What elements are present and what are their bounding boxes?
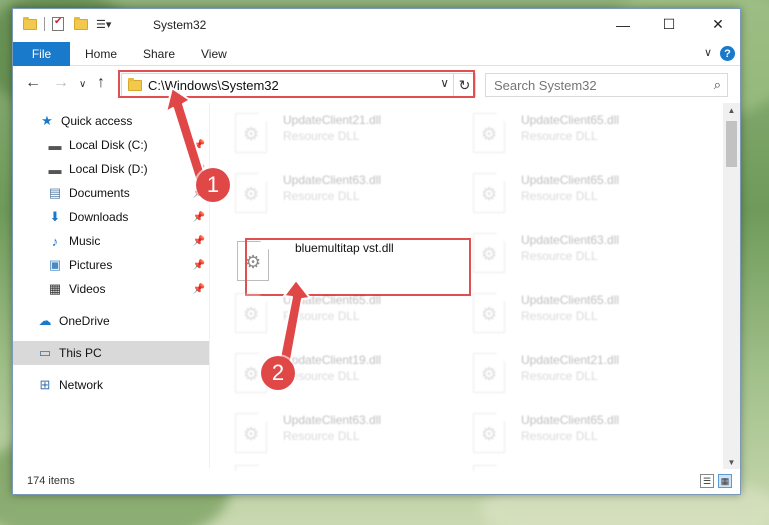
arrow-2 [278,279,311,366]
arrow-1 [165,87,207,182]
annotation-arrows [165,87,311,366]
step-1-badge: 1 [196,168,230,202]
step-2-badge: 2 [261,356,295,390]
